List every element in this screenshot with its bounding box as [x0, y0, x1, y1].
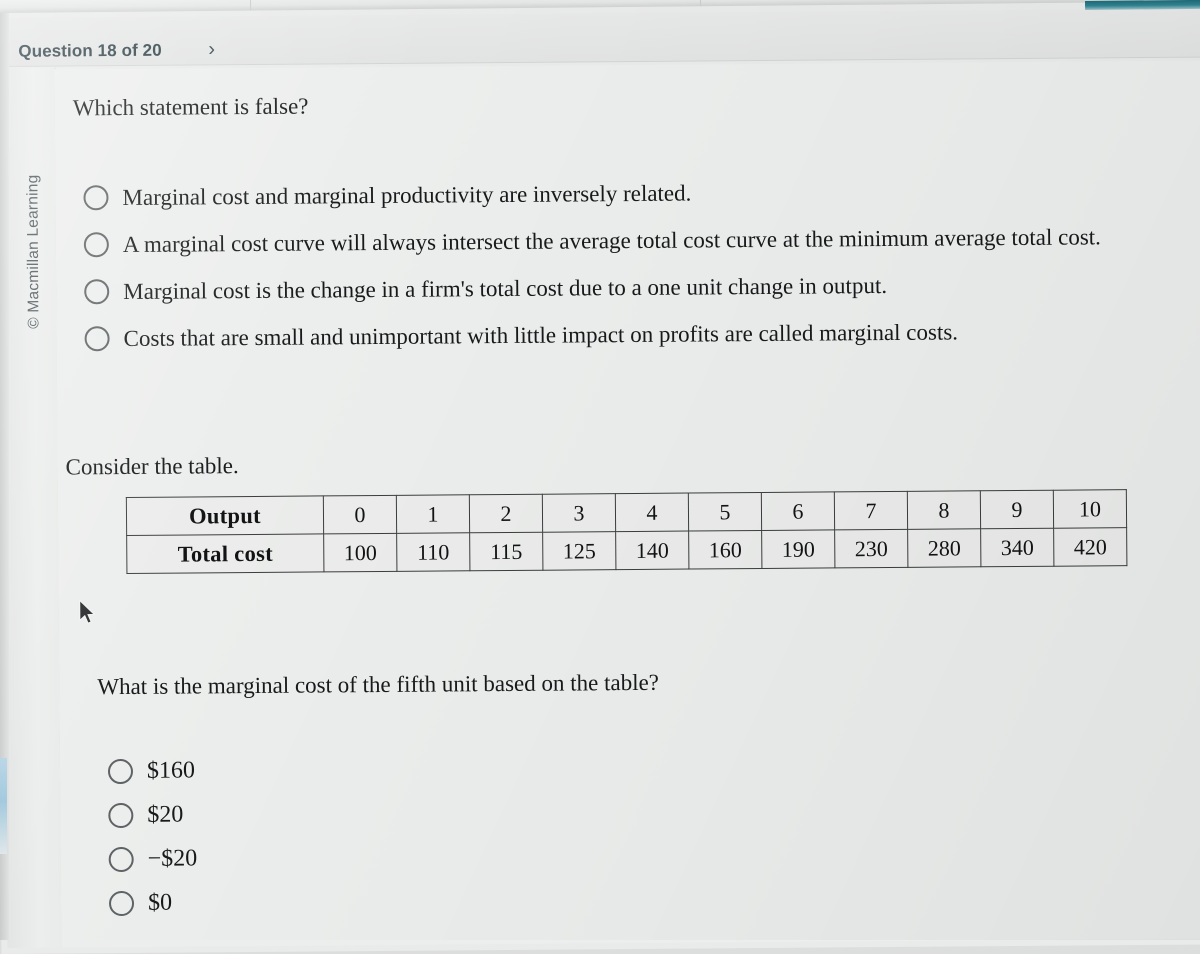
question-one-option-list: Marginal cost and marginal productivity … [83, 166, 1200, 363]
row-header-output: Output [126, 495, 324, 536]
option-row[interactable]: −$20 [108, 832, 709, 881]
screen-edge-highlight [0, 758, 7, 854]
radio-button-icon[interactable] [108, 846, 134, 872]
bezel-seam [699, 0, 702, 7]
total-cost-cell: 140 [615, 531, 689, 570]
option-label: $160 [146, 756, 196, 784]
total-cost-cell: 230 [834, 529, 908, 568]
output-cell: 2 [469, 494, 543, 533]
option-label: A marginal cost curve will always inters… [122, 223, 1101, 257]
screen-surface: Question 18 of 20 › © Macmillan Learning… [0, 0, 1200, 954]
radio-button-icon[interactable] [84, 326, 110, 352]
total-cost-cell: 100 [323, 533, 397, 572]
table-row-total-cost: Total cost 100 110 115 125 140 160 190 2… [126, 527, 1127, 574]
total-cost-cell: 190 [761, 529, 835, 569]
output-cell: 1 [396, 494, 470, 534]
question-counter: Question 18 of 20 [18, 40, 162, 61]
question-one-prompt: Which statement is false? [72, 93, 309, 121]
option-row[interactable]: $160 [107, 744, 708, 793]
question-header-bar: Question 18 of 20 › [0, 8, 1200, 67]
output-cell: 6 [761, 491, 835, 531]
option-row[interactable]: $20 [108, 788, 708, 837]
question-two-prompt: What is the marginal cost of the fifth u… [97, 669, 660, 700]
output-cell: 4 [615, 493, 689, 532]
accent-strip [1085, 0, 1200, 10]
photo-frame: Question 18 of 20 › © Macmillan Learning… [0, 0, 1200, 954]
output-cell: 8 [907, 490, 981, 530]
chevron-right-icon[interactable]: › [208, 38, 215, 61]
total-cost-cell: 160 [688, 530, 762, 570]
left-rail: © Macmillan Learning [0, 67, 63, 948]
output-cell: 7 [834, 491, 908, 530]
option-label: Marginal cost is the change in a firm's … [123, 272, 888, 304]
row-header-total-cost: Total cost [126, 533, 324, 574]
total-cost-cell: 110 [396, 532, 470, 572]
radio-button-icon[interactable] [83, 232, 109, 258]
output-cell: 10 [1053, 489, 1127, 529]
radio-button-icon[interactable] [108, 890, 135, 916]
total-cost-cell: 340 [980, 528, 1054, 567]
copyright-label: © Macmillan Learning [24, 174, 43, 329]
total-cost-cell: 125 [542, 531, 616, 571]
output-cell: 3 [542, 493, 616, 533]
question-two-option-list: $160 $20 −$20 $0 [107, 744, 709, 925]
question-content-panel: Which statement is false? Marginal cost … [54, 60, 1200, 948]
radio-button-icon[interactable] [107, 758, 134, 784]
total-cost-cell: 280 [907, 528, 981, 568]
option-row[interactable]: Costs that are small and unimportant wit… [84, 307, 1200, 363]
cost-table-container: Output 0 1 2 3 4 5 6 7 8 9 10 Total cost… [125, 489, 1128, 574]
bezel-seam [249, 0, 252, 11]
option-label: $0 [147, 889, 173, 916]
radio-button-icon[interactable] [108, 802, 134, 828]
option-row[interactable]: $0 [108, 876, 709, 925]
radio-button-icon[interactable] [83, 185, 109, 211]
table-intro-text: Consider the table. [65, 453, 239, 480]
total-cost-cell: 420 [1053, 527, 1127, 567]
option-label: $20 [147, 801, 184, 828]
total-cost-cell: 115 [469, 532, 543, 571]
output-cell: 0 [323, 495, 397, 534]
radio-button-icon[interactable] [84, 279, 110, 305]
output-cell: 5 [688, 492, 762, 532]
option-label: Marginal cost and marginal productivity … [122, 180, 692, 210]
output-cell: 9 [980, 490, 1054, 529]
option-label: Costs that are small and unimportant wit… [123, 318, 959, 351]
option-label: −$20 [147, 844, 198, 872]
cost-table: Output 0 1 2 3 4 5 6 7 8 9 10 Total cost… [125, 489, 1128, 574]
